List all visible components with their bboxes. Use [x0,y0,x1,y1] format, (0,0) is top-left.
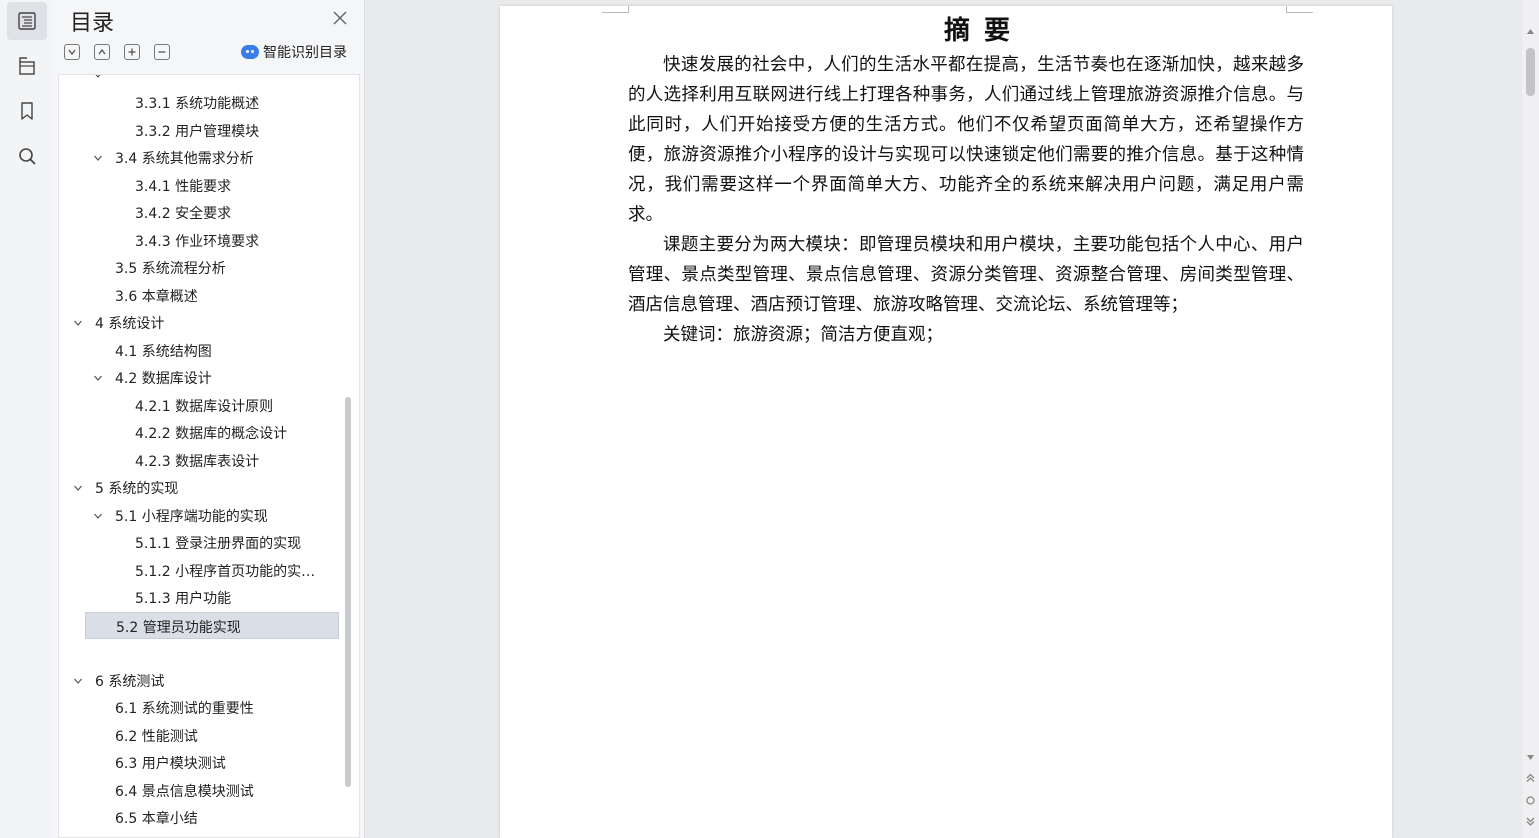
toc-item-partial[interactable] [59,75,341,88]
toc-item-label: 4.2.2 数据库的概念设计 [135,426,288,442]
toc-item[interactable]: 4.2.1 数据库设计原则 [59,392,341,419]
toc-item-label: 3.4.2 安全要求 [135,206,232,222]
search-icon [19,148,36,165]
toc-item-label: 5.1.2 小程序首页功能的实… [135,563,316,580]
toc-item-label: 6.1 系统测试的重要性 [115,701,254,717]
toc-item-label: 4.2.1 数据库设计原则 [135,398,274,415]
toc-item[interactable]: 4.1 系统结构图 [59,337,341,364]
toc-item[interactable]: 6.3 用户模块测试 [59,749,341,776]
toc-item-label: 6.5 本章小结 [115,811,198,827]
toc-item-label: 4.2.3 数据库表设计 [135,453,260,470]
toc-item[interactable]: 6 系统测试 [59,667,341,694]
page-jump-icon[interactable] [1525,795,1536,806]
page-down-icon[interactable] [1525,816,1536,827]
document-scrollbar[interactable] [1522,0,1539,838]
minus-icon [158,51,166,53]
toc-item-label: 3.4 系统其他需求分析 [115,151,254,167]
chevron-down-icon[interactable] [73,676,83,686]
document-page: 摘要 快速发展的社会中，人们的生活水平都在提高，生活节奏也在逐渐加快，越来越多的… [500,6,1392,838]
toc-item[interactable]: 3.4 系统其他需求分析 [59,144,341,171]
toc-item-label: 6.3 用户模块测试 [115,756,226,772]
toc-item-label: 6 系统测试 [95,673,165,690]
toc-item-label: 3.5 系统流程分析 [115,261,226,277]
toc-item[interactable]: 3.6 本章概述 [59,282,341,309]
toc-toggle-button[interactable] [7,2,47,40]
keywords-paragraph: 关键词：旅游资源；简洁方便直观； [663,325,943,345]
expand-all-button[interactable] [64,44,80,60]
toc-title: 目录 [70,11,115,36]
collapse-all-button[interactable] [94,44,110,60]
ai-assistant-icon [241,45,259,59]
toc-scrollbar[interactable] [345,397,351,787]
toc-item-label: 4.1 系统结构图 [115,343,212,360]
toc-item[interactable]: 5.1.1 登录注册界面的实现 [59,529,341,556]
toc-item-label: 4.2 数据库设计 [115,371,212,387]
toc-item[interactable]: 5.1.2 小程序首页功能的实… [59,557,341,584]
toc-item-label: 3.6 本章概述 [115,288,198,305]
toc-item[interactable]: 4.2.2 数据库的概念设计 [59,419,341,446]
toc-panel: 目录 智能识别目录 3.3.1 系统功能概述 3.3.2 用户管理模块 3.4 系统… [54,0,365,838]
toc-item-label: 5 系统的实现 [95,481,179,497]
toc-item[interactable]: 4.2.3 数据库表设计 [59,447,341,474]
scroll-thumb[interactable] [1526,48,1535,96]
toc-item-label: 3.3.1 系统功能概述 [135,96,260,112]
scroll-up-icon[interactable] [1525,26,1536,37]
toc-item[interactable]: 6.5 本章小结 [59,804,341,831]
chevron-down-icon [95,75,101,78]
document-body: 快速发展的社会中，人们的生活水平都在提高，生活节奏也在逐渐加快，越来越多的人选择… [628,50,1304,350]
toc-item[interactable]: 5.1.3 用户功能 [59,584,341,611]
toc-item-label: 5.1.3 用户功能 [135,591,232,607]
add-level-button[interactable] [124,44,140,60]
smart-toc-button[interactable]: 智能识别目录 [241,42,347,62]
scroll-down-icon[interactable] [1525,752,1536,763]
chevron-down-icon[interactable] [73,483,83,493]
toc-item[interactable]: 5.1 小程序端功能的实现 [59,502,341,529]
side-rail [0,0,55,838]
thumbnail-button[interactable] [7,47,47,85]
chevron-down-icon[interactable] [73,318,83,328]
toc-item-label: 6.2 性能测试 [115,728,198,745]
bookmark-button[interactable] [7,92,47,130]
abstract-paragraph: 快速发展的社会中，人们的生活水平都在提高，生活节奏也在逐渐加快，越来越多的人选择… [628,55,1304,225]
toc-item[interactable]: 3.4.3 作业环境要求 [59,227,341,254]
toc-item[interactable] [59,639,341,666]
toc-item-label: 5.2 管理员功能实现 [116,619,241,636]
search-button[interactable] [7,137,47,175]
remove-level-button[interactable] [154,44,170,60]
toc-item[interactable]: 6.2 性能测试 [59,722,341,749]
chevron-down-icon[interactable] [93,373,103,383]
chevron-down-icon[interactable] [93,153,103,163]
toc-item[interactable]: 4 系统设计 [59,309,341,336]
toc-item[interactable]: 3.4.2 安全要求 [59,199,341,226]
chevron-down-icon [68,49,76,56]
abstract-paragraph: 课题主要分为两大模块：即管理员模块和用户模块，主要功能包括个人中心、用户管理、景… [628,235,1304,315]
plus-icon [128,48,136,56]
toc-item[interactable]: 3.5 系统流程分析 [59,254,341,281]
toc-item-label: 3.4.3 作业环境要求 [135,233,260,250]
toc-item-label: 5.1.1 登录注册界面的实现 [135,536,302,552]
toc-item[interactable]: 4.2 数据库设计 [59,364,341,391]
toc-list: 3.3.1 系统功能概述 3.3.2 用户管理模块 3.4 系统其他需求分析 3.4.… [58,74,360,838]
toc-item-label: 3.4.1 性能要求 [135,178,232,195]
toc-item-label: 3.3.2 用户管理模块 [135,123,260,140]
outline-icon [18,12,36,30]
toc-item[interactable]: 3.3.1 系统功能概述 [59,89,341,116]
close-icon[interactable] [332,10,348,26]
toc-item[interactable]: 6.4 景点信息模块测试 [59,777,341,804]
toc-item[interactable]: 3.3.2 用户管理模块 [59,117,341,144]
chevron-down-icon[interactable] [93,511,103,521]
toc-item-label: 5.1 小程序端功能的实现 [115,508,268,525]
toc-item-label: 4 系统设计 [95,316,165,332]
page-up-icon[interactable] [1525,772,1536,783]
bookmark-icon [21,102,33,120]
toc-item-label: 6.4 景点信息模块测试 [115,783,254,800]
pages-icon [19,57,35,75]
smart-toc-label: 智能识别目录 [263,45,347,61]
chevron-up-icon [98,48,106,55]
document-title: 摘要 [943,16,1024,46]
toc-item-selected[interactable]: 5.2 管理员功能实现 [85,611,339,639]
toc-item[interactable]: 3.4.1 性能要求 [59,172,341,199]
toc-item[interactable]: 6.1 系统测试的重要性 [59,694,341,721]
toc-item[interactable]: 5 系统的实现 [59,474,341,501]
